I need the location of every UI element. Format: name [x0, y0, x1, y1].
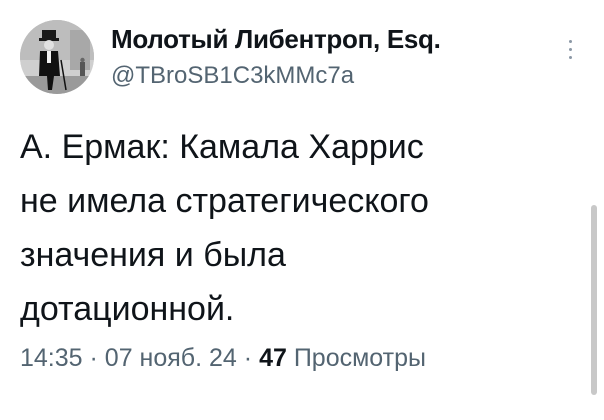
tweet-text: А. Ермак: Камала Харрис не имела стратег…: [20, 120, 560, 336]
tweet-time[interactable]: 14:35: [20, 344, 83, 372]
views-label[interactable]: Просмотры: [294, 344, 426, 372]
tweet-text-line: дотационной.: [20, 290, 235, 328]
views-count[interactable]: 47: [259, 344, 287, 372]
scrollbar-thumb[interactable]: [591, 205, 597, 395]
tweet-card: Молотый Либентроп, Esq. @TBroSB1C3kMMc7a…: [0, 0, 604, 420]
author-handle[interactable]: @TBroSB1C3kMMc7a: [111, 62, 354, 90]
more-options-icon[interactable]: [565, 40, 575, 70]
tweet-text-line: не имела стратегического: [20, 182, 429, 220]
vintage-photo-avatar-icon: [20, 20, 94, 94]
tweet-date[interactable]: 07 нояб. 24: [105, 344, 237, 372]
tweet-text-line: значения и была: [20, 236, 286, 274]
tweet-text-line: А. Ермак: Камала Харрис: [20, 128, 424, 166]
author-avatar[interactable]: [20, 20, 94, 94]
author-display-name[interactable]: Молотый Либентроп, Esq.: [111, 24, 441, 55]
meta-separator: ·: [89, 344, 98, 372]
meta-separator: ·: [243, 344, 253, 372]
tweet-meta: 14:35 · 07 нояб. 24 · 47 Просмотры: [20, 344, 426, 373]
